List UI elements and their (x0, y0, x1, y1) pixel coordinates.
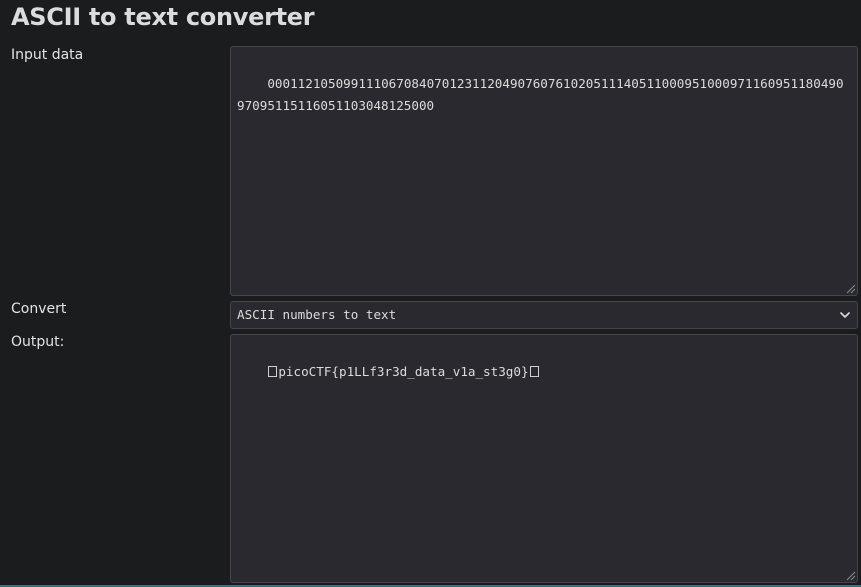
null-char-icon (268, 366, 278, 377)
output-value: picoCTF{p1LLf3r3d_data_v1a_st3g0} (278, 364, 529, 379)
input-data-value: 0001121050991110670840701231120490760761… (237, 76, 844, 113)
ascii-converter-page: ASCII to text converter Input data 00011… (0, 0, 861, 587)
convert-label: Convert (11, 301, 67, 317)
convert-mode-select[interactable]: ASCII numbers to text (230, 301, 858, 329)
chevron-down-icon (840, 312, 850, 318)
input-data-label: Input data (11, 47, 84, 63)
null-char-icon (529, 366, 539, 377)
input-data-textarea[interactable]: 0001121050991110670840701231120490760761… (230, 46, 858, 296)
convert-mode-selected: ASCII numbers to text (237, 307, 397, 322)
output-textarea[interactable]: picoCTF{p1LLf3r3d_data_v1a_st3g0} (230, 334, 858, 583)
output-label: Output: (11, 334, 65, 350)
page-title: ASCII to text converter (11, 3, 315, 31)
resize-grip-icon[interactable] (845, 283, 856, 294)
resize-grip-icon[interactable] (845, 570, 856, 581)
